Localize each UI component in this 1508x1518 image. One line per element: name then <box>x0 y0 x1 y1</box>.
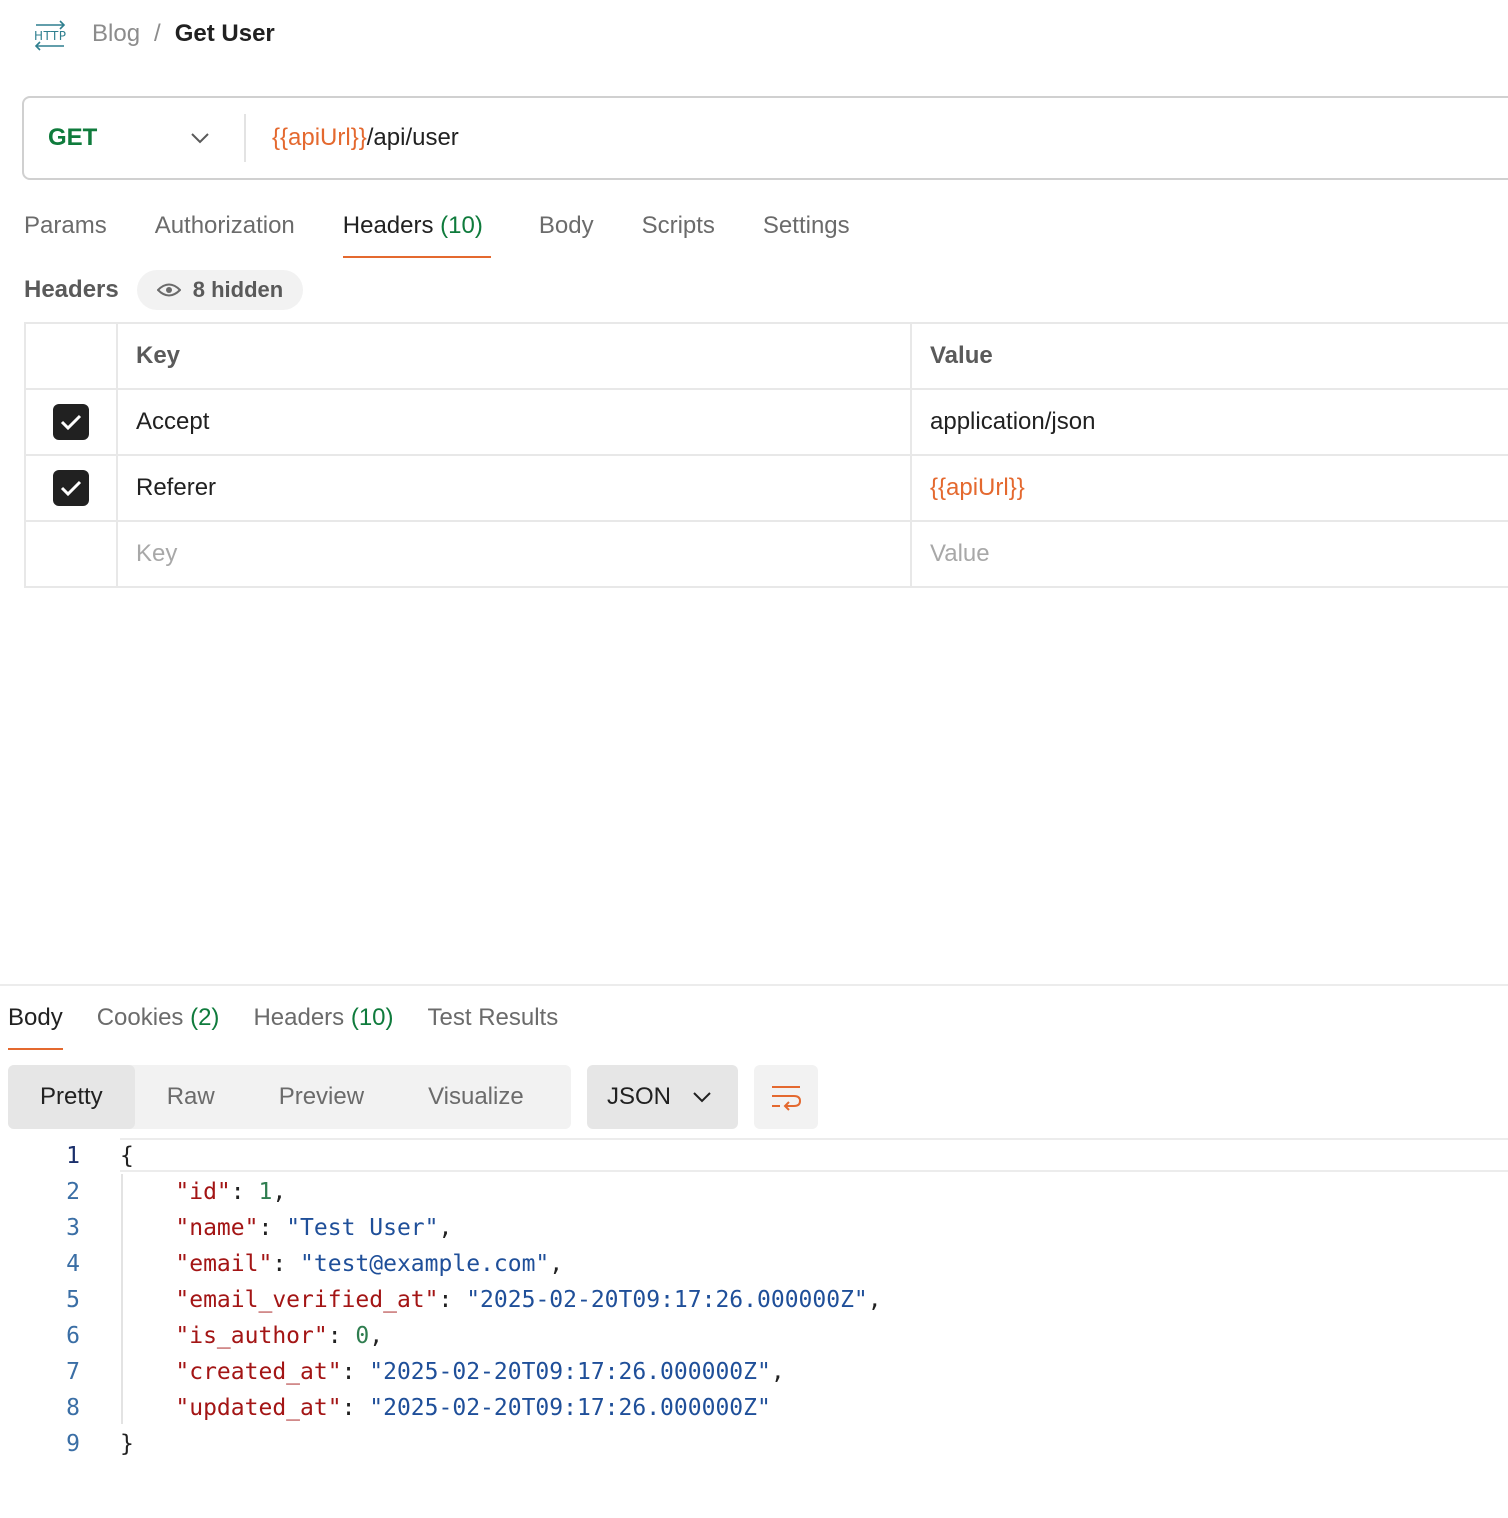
response-tab-body[interactable]: Body <box>8 998 63 1050</box>
line-number: 8 <box>66 1395 80 1421</box>
breadcrumb-separator: / <box>154 20 161 47</box>
tab-body[interactable]: Body <box>539 206 594 258</box>
svg-text:HTTP: HTTP <box>34 29 66 43</box>
header-key-cell[interactable]: Accept <box>116 388 912 456</box>
response-divider[interactable] <box>0 984 1508 986</box>
response-body-editor[interactable]: 1{2 "id": 1, 3 "name": "Test User", 4 "ema… <box>0 1138 1508 1462</box>
code-text: "email": "test@example.com", <box>175 1251 564 1277</box>
row-checkbox[interactable] <box>53 470 89 506</box>
response-tab-test-results[interactable]: Test Results <box>428 998 559 1050</box>
tab-authorization[interactable]: Authorization <box>155 206 295 258</box>
code-text: "is_author": 0, <box>175 1323 384 1349</box>
code-text: { <box>120 1143 134 1169</box>
tab-params[interactable]: Params <box>24 206 107 258</box>
url-input[interactable]: {{apiUrl}}/api/user <box>272 124 459 152</box>
table-header-row: Key Value <box>24 322 1508 390</box>
code-text: "email_verified_at": "2025-02-20T09:17:2… <box>175 1287 882 1313</box>
http-icon: HTTP <box>34 20 66 51</box>
view-mode-preview[interactable]: Preview <box>247 1065 396 1129</box>
value-column-header: Value <box>910 322 1508 390</box>
url-variable: {{apiUrl}} <box>272 124 367 151</box>
eye-icon <box>156 283 181 297</box>
wrap-lines-icon <box>772 1086 802 1111</box>
format-select[interactable]: JSON <box>587 1065 738 1129</box>
response-tab-cookies[interactable]: Cookies (2) <box>97 998 220 1050</box>
headers-section-header: Headers 8 hidden <box>24 270 304 310</box>
hidden-headers-toggle[interactable]: 8 hidden <box>136 270 304 310</box>
method-label: GET <box>48 124 98 151</box>
code-text: "created_at": "2025-02-20T09:17:26.00000… <box>175 1359 785 1385</box>
request-title[interactable]: Get User <box>175 20 275 48</box>
request-tabs: Params Authorization Headers (10) Body S… <box>24 206 898 258</box>
table-row-new: Key Value <box>24 520 1508 588</box>
table-row: Referer {{apiUrl}} <box>24 454 1508 522</box>
key-column-header: Key <box>116 322 912 390</box>
view-mode-raw[interactable]: Raw <box>135 1065 247 1129</box>
header-value-cell[interactable]: {{apiUrl}} <box>910 454 1508 522</box>
row-checkbox-cell <box>24 520 118 588</box>
tab-settings[interactable]: Settings <box>763 206 850 258</box>
line-number: 4 <box>66 1251 80 1277</box>
row-checkbox-cell <box>24 454 118 522</box>
row-checkbox[interactable] <box>53 404 89 440</box>
line-number: 6 <box>66 1323 80 1349</box>
line-number: 5 <box>66 1287 80 1313</box>
view-mode-visualize[interactable]: Visualize <box>396 1065 556 1129</box>
line-number: 7 <box>66 1359 80 1385</box>
code-line: 2 "id": 1, <box>0 1174 1508 1210</box>
code-line: 4 "email": "test@example.com", <box>0 1246 1508 1282</box>
header-value-cell[interactable]: application/json <box>910 388 1508 456</box>
view-mode-pretty[interactable]: Pretty <box>8 1065 135 1129</box>
line-number: 9 <box>66 1431 80 1457</box>
tab-headers[interactable]: Headers (10) <box>342 206 491 258</box>
url-path: /api/user <box>366 124 459 151</box>
headers-table: Key Value Accept application/json Refere… <box>24 322 1508 588</box>
code-line: 7 "created_at": "2025-02-20T09:17:26.000… <box>0 1354 1508 1390</box>
chevron-down-icon <box>191 133 209 144</box>
line-number: 2 <box>66 1179 80 1205</box>
line-number: 1 <box>66 1143 80 1169</box>
tab-scripts[interactable]: Scripts <box>642 206 715 258</box>
table-row: Accept application/json <box>24 388 1508 456</box>
code-line: 1{ <box>0 1138 1508 1174</box>
code-line: 6 "is_author": 0, <box>0 1318 1508 1354</box>
row-checkbox-cell <box>24 388 118 456</box>
code-line: 5 "email_verified_at": "2025-02-20T09:17… <box>0 1282 1508 1318</box>
code-line: 3 "name": "Test User", <box>0 1210 1508 1246</box>
breadcrumb-parent-link[interactable]: Blog <box>92 20 140 48</box>
hidden-headers-label: 8 hidden <box>192 277 284 302</box>
response-tab-headers[interactable]: Headers (10) <box>253 998 393 1050</box>
headers-section-label: Headers <box>24 276 119 303</box>
chevron-down-icon <box>693 1092 711 1103</box>
line-number: 3 <box>66 1215 80 1241</box>
wrap-lines-button[interactable] <box>754 1065 818 1129</box>
code-text: "updated_at": "2025-02-20T09:17:26.00000… <box>175 1395 771 1421</box>
code-text: "id": 1, <box>175 1179 287 1205</box>
view-mode-selector: Pretty Raw Preview Visualize <box>8 1065 571 1129</box>
format-label: JSON <box>607 1083 672 1110</box>
tab-headers-count: (10) <box>440 212 483 239</box>
breadcrumb: HTTP Blog / Get User <box>32 14 275 54</box>
code-line: 9} <box>0 1426 1508 1462</box>
new-value-input[interactable]: Value <box>910 520 1508 588</box>
code-line: 8 "updated_at": "2025-02-20T09:17:26.000… <box>0 1390 1508 1426</box>
new-key-input[interactable]: Key <box>116 520 912 588</box>
checkmark-icon <box>60 480 82 497</box>
code-text: "name": "Test User", <box>175 1215 453 1241</box>
url-bar: GET {{apiUrl}}/api/user <box>22 96 1508 180</box>
checkbox-column-header <box>24 322 118 390</box>
header-key-cell[interactable]: Referer <box>116 454 912 522</box>
code-text: } <box>120 1431 134 1457</box>
method-select[interactable]: GET <box>24 114 246 162</box>
checkmark-icon <box>60 414 82 431</box>
response-tabs: Body Cookies (2) Headers (10) Test Resul… <box>8 998 592 1050</box>
